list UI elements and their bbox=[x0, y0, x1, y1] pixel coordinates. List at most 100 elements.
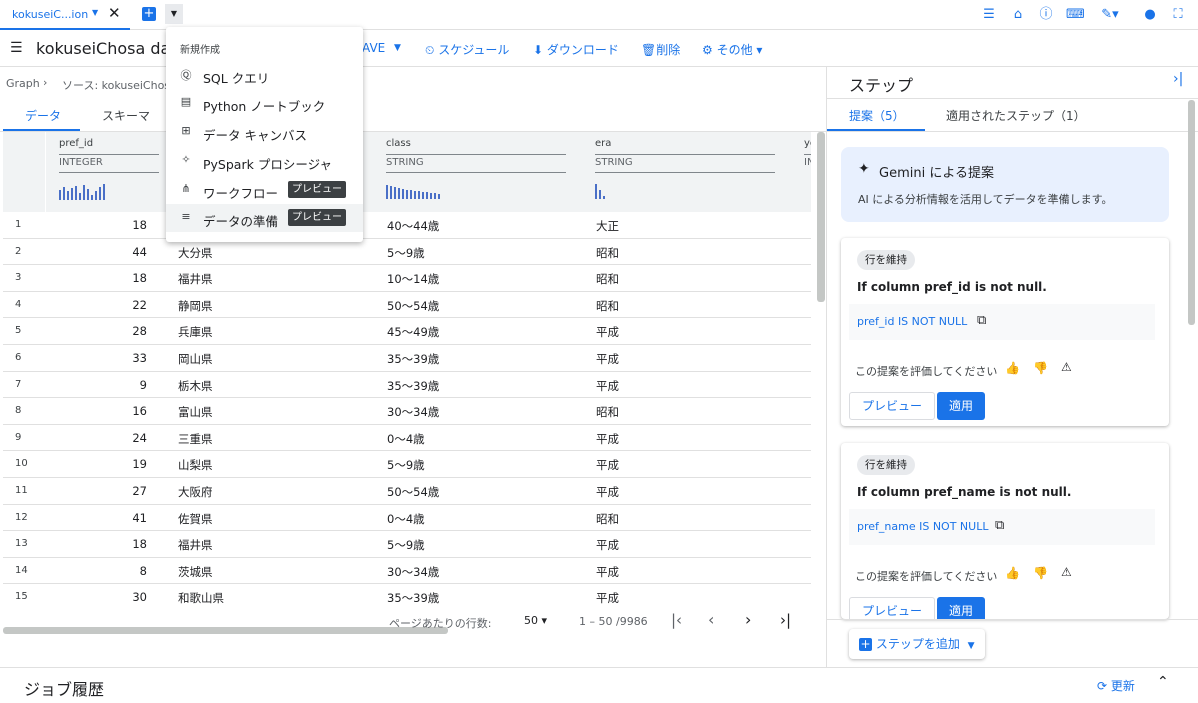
job-history-bar: ジョブ履歴 ⟳ 更新 ⌃ bbox=[0, 667, 1198, 703]
cell-era: 平成 bbox=[596, 352, 619, 366]
more-button[interactable]: ⚙ その他 ▾ bbox=[702, 41, 762, 58]
add-step-button[interactable]: + ステップを追加 ▼ bbox=[849, 629, 985, 659]
table-row[interactable]: 4 22 静岡県 50〜54歳 昭和 bbox=[3, 292, 811, 319]
keyboard-icon[interactable]: ⌨ bbox=[1066, 6, 1085, 24]
cell-class: 30〜34歳 bbox=[387, 405, 440, 420]
preview-button[interactable]: プレビュー bbox=[849, 597, 936, 619]
cell-n: 3 bbox=[15, 272, 22, 284]
table-row[interactable]: 3 18 福井県 10〜14歳 昭和 bbox=[3, 265, 811, 292]
apply-button[interactable]: 適用 bbox=[937, 597, 986, 619]
cell-n: 6 bbox=[15, 352, 22, 363]
thumbs-down-icon[interactable]: 👎 bbox=[1033, 361, 1048, 375]
menu-item-data-canvas[interactable]: ⊞ データ キャンバス bbox=[166, 118, 363, 146]
prev-page-icon[interactable]: ‹ bbox=[708, 610, 714, 629]
schedule-button[interactable]: ⏲ スケジュール bbox=[425, 41, 509, 58]
chevron-up-icon[interactable]: ⌃ bbox=[1157, 674, 1169, 690]
cell-pref-id: 19 bbox=[132, 457, 147, 472]
histogram bbox=[59, 184, 107, 202]
tab-kokuseichosa[interactable]: kokuseiC...ion ▼ ✕ bbox=[0, 0, 130, 30]
apply-button[interactable]: 適用 bbox=[937, 392, 986, 420]
preview-badge: プレビュー bbox=[288, 209, 346, 226]
column-name[interactable]: class bbox=[386, 138, 411, 149]
table-row[interactable]: 12 41 佐賀県 0〜4歳 昭和 bbox=[3, 505, 811, 532]
menu-item-python-notebook[interactable]: ▤ Python ノートブック bbox=[166, 89, 363, 117]
table-row[interactable]: 9 24 三重県 0〜4歳 平成 bbox=[3, 425, 811, 452]
table-row[interactable]: 2 44 大分県 5〜9歳 昭和 bbox=[3, 239, 811, 266]
cell-pref-name: 富山県 bbox=[178, 405, 213, 420]
menu-item-workflow[interactable]: ⋔ ワークフロー プレビュー bbox=[166, 176, 363, 204]
preview-button[interactable]: プレビュー bbox=[849, 392, 936, 420]
keep-rows-chip: 行を維持 bbox=[857, 455, 915, 475]
table-row[interactable]: 7 9 栃木県 35〜39歳 平成 bbox=[3, 372, 811, 399]
copy-icon[interactable]: ⧉ bbox=[977, 313, 986, 328]
cell-pref-id: 24 bbox=[132, 430, 147, 445]
feedback-icon[interactable]: ⚠ bbox=[1061, 565, 1072, 579]
menu-item-pyspark[interactable]: ✧ PySpark プロシージャ bbox=[166, 147, 363, 175]
cell-pref-id: 44 bbox=[132, 244, 147, 259]
table-row[interactable]: 10 19 山梨県 5〜9歳 平成 bbox=[3, 451, 811, 478]
cell-class: 50〜54歳 bbox=[387, 298, 440, 313]
cell-pref-name: 和歌山県 bbox=[178, 591, 224, 606]
new-tab-plus-icon[interactable]: + bbox=[142, 7, 156, 21]
home-icon[interactable]: ⌂ bbox=[1009, 6, 1027, 24]
menu-item-sql-query[interactable]: Ⓠ SQL クエリ bbox=[166, 61, 363, 89]
download-button[interactable]: ⬇ ダウンロード bbox=[533, 41, 619, 58]
table-row[interactable]: 11 27 大阪府 50〜54歳 平成 bbox=[3, 478, 811, 505]
tab-data[interactable]: データ bbox=[25, 107, 61, 124]
thumbs-up-icon[interactable]: 👍 bbox=[1005, 361, 1020, 375]
gemini-title: Gemini による提案 bbox=[879, 166, 994, 181]
menu-item-data-prep[interactable]: ≡ データの準備 プレビュー bbox=[166, 204, 363, 232]
last-page-icon[interactable]: ›| bbox=[780, 611, 791, 629]
breadcrumb-source[interactable]: ソース: kokuseiChos bbox=[62, 77, 170, 93]
column-name[interactable]: era bbox=[595, 138, 611, 149]
divider bbox=[595, 172, 775, 173]
cell-era: 昭和 bbox=[596, 245, 619, 260]
gemini-banner: ✦ Gemini による提案 AI による分析情報を活用してデータを準備します。 bbox=[841, 147, 1169, 222]
cell-pref-name: 佐賀県 bbox=[178, 511, 213, 526]
table-row[interactable]: 8 16 富山県 30〜34歳 昭和 bbox=[3, 398, 811, 425]
cell-era: 平成 bbox=[596, 325, 619, 340]
table-row[interactable]: 15 30 和歌山県 35〜39歳 平成 bbox=[3, 584, 811, 610]
cell-pref-id: 8 bbox=[139, 563, 147, 578]
table-row[interactable]: 5 28 兵庫県 45〜49歳 平成 bbox=[3, 318, 811, 345]
save-dropdown-icon[interactable]: ▼ bbox=[394, 43, 401, 53]
pagination: ページあたりの行数: 50 ▾ 1 – 50 /9986 |‹ ‹ › ›| bbox=[0, 610, 826, 634]
table-row[interactable]: 6 33 岡山県 35〜39歳 平成 bbox=[3, 345, 811, 372]
feedback-icon[interactable]: ⚠ bbox=[1061, 360, 1072, 374]
column-header-pref-id[interactable]: pref_id INTEGER bbox=[46, 132, 166, 212]
grid-vertical-scrollbar[interactable] bbox=[817, 132, 825, 302]
collapse-panel-icon[interactable]: ›| bbox=[1173, 71, 1183, 87]
tab-suggestions[interactable]: 提案（5） bbox=[849, 107, 905, 124]
close-icon[interactable]: ✕ bbox=[108, 4, 121, 22]
lightbulb-icon[interactable]: ● bbox=[1141, 6, 1159, 24]
delete-button[interactable]: 🗑削除 bbox=[641, 41, 680, 58]
cell-n: 10 bbox=[15, 458, 28, 470]
magic-wand-icon[interactable]: ✎▾ bbox=[1096, 6, 1124, 24]
table-row[interactable]: 1 18 40〜44歳 大正 bbox=[3, 212, 811, 239]
table-row[interactable]: 13 18 福井県 5〜9歳 平成 bbox=[3, 531, 811, 558]
rows-per-page-select[interactable]: 50 ▾ bbox=[524, 614, 547, 627]
next-page-icon[interactable]: › bbox=[745, 610, 751, 629]
table-row[interactable]: 14 8 茨城県 30〜34歳 平成 bbox=[3, 558, 811, 585]
cell-class: 35〜39歳 bbox=[387, 378, 440, 393]
info-icon[interactable]: ⓘ bbox=[1037, 6, 1055, 24]
thumbs-down-icon[interactable]: 👎 bbox=[1033, 566, 1048, 580]
steps-scrollbar[interactable] bbox=[1188, 100, 1195, 325]
tab-schema[interactable]: スキーマ bbox=[102, 107, 150, 124]
cell-era: 平成 bbox=[596, 564, 619, 579]
save-button[interactable]: AVE bbox=[362, 41, 385, 55]
copy-icon[interactable]: ⧉ bbox=[995, 518, 1004, 533]
refresh-button[interactable]: ⟳ 更新 bbox=[1097, 677, 1135, 694]
first-page-icon[interactable]: |‹ bbox=[671, 611, 682, 629]
divider bbox=[804, 154, 811, 155]
breadcrumb-graph[interactable]: Graph bbox=[6, 77, 40, 90]
thumbs-up-icon[interactable]: 👍 bbox=[1005, 566, 1020, 580]
fullscreen-icon[interactable]: ⛶ bbox=[1169, 6, 1187, 24]
chevron-down-icon[interactable]: ▼ bbox=[92, 8, 98, 17]
sql-icon: Ⓠ bbox=[180, 69, 192, 82]
cell-pref-name: 山梨県 bbox=[178, 458, 213, 473]
new-tab-dropdown-icon[interactable]: ▼ bbox=[165, 4, 183, 24]
list-icon[interactable]: ☰ bbox=[980, 6, 998, 24]
tab-applied-steps[interactable]: 適用されたステップ（1） bbox=[946, 107, 1086, 124]
column-name[interactable]: ye bbox=[804, 138, 811, 149]
